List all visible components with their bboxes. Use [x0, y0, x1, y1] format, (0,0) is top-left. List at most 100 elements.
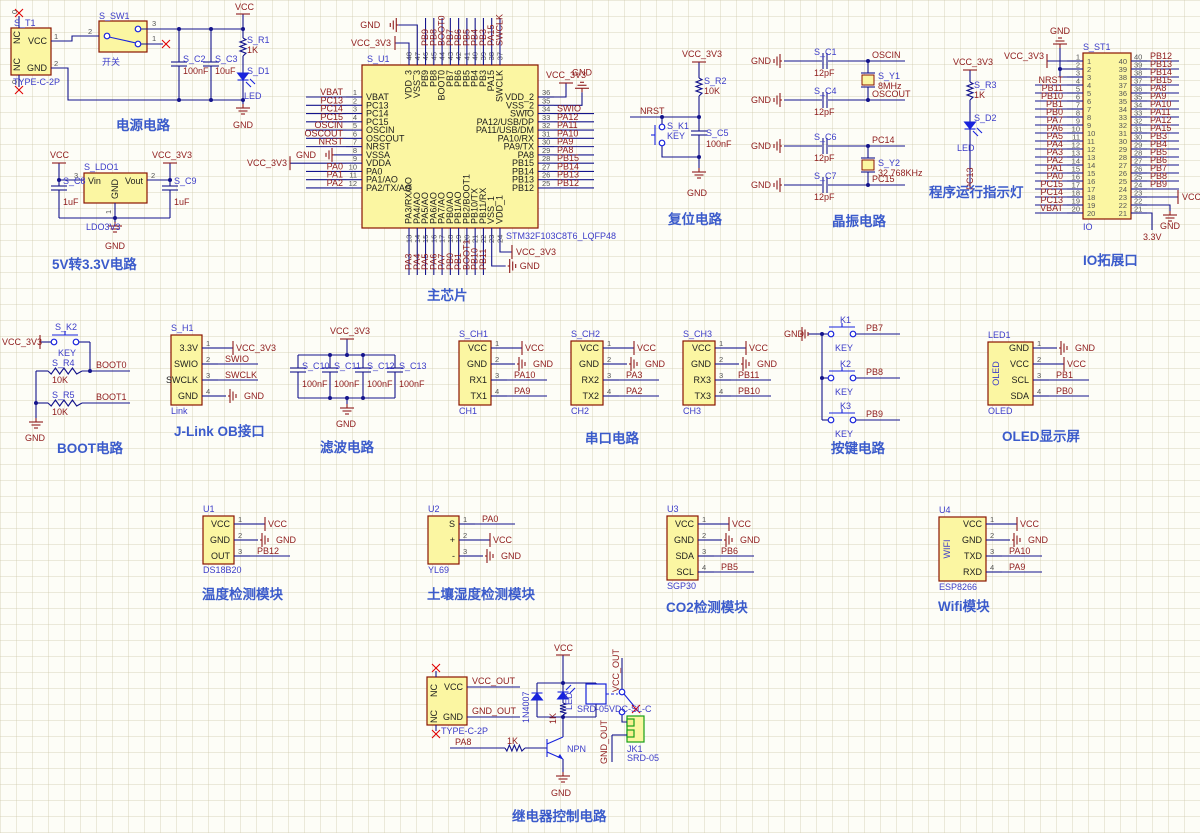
junction-dot [345, 396, 349, 400]
light-arrow-icon [569, 687, 576, 694]
wire [554, 83, 567, 98]
designator: 开关 [102, 56, 120, 67]
section-title: J-Link OB接口 [174, 423, 265, 439]
net-label: VCC [50, 150, 70, 160]
junction-dot [866, 59, 870, 63]
pin-name: PB12 [512, 183, 534, 193]
designator: S_C7 [814, 171, 837, 181]
pin-name: GND [210, 535, 231, 545]
component-body[interactable] [626, 729, 635, 738]
net-label: OSCIN [872, 50, 901, 60]
net-label: GND [244, 391, 265, 401]
pin-number: 2 [54, 59, 58, 68]
net-label: VCC_3V3 [953, 57, 993, 67]
pin-number: 3 [238, 547, 242, 556]
junction-dot [361, 353, 365, 357]
pin-name: Vout [125, 176, 144, 186]
designator: S_C2 [183, 54, 206, 64]
pin-number: 2 [88, 27, 92, 36]
net-label: VCC_OUT [472, 676, 516, 686]
section-title: 温度检测模块 [202, 586, 283, 602]
designator: KEY [667, 131, 685, 141]
net-label: VCC_3V3 [1004, 51, 1044, 61]
designator: SGP30 [667, 581, 696, 591]
net-label: VCC [637, 343, 657, 353]
designator: K1 [840, 315, 851, 325]
light-arrow-icon [972, 130, 979, 137]
pin-number: 4 [702, 563, 706, 572]
net-label: 100nF [334, 379, 360, 389]
net-label: 1K [507, 736, 518, 746]
pin-name: NC [429, 710, 439, 723]
net-label: 10K [52, 375, 68, 385]
net-label: 1K [974, 90, 985, 100]
net-label: PB10 [738, 386, 760, 396]
pin-name: 3.3V [179, 343, 198, 353]
pin-name: VCC [211, 519, 231, 529]
designator: KEY [58, 348, 76, 358]
pin-name: VCC [580, 343, 600, 353]
junction-dot [866, 144, 870, 148]
designator: OLED [991, 361, 1001, 386]
net-label: 100nF [706, 139, 732, 149]
pin-number: 4 [495, 387, 499, 396]
designator: LDO3V3 [86, 222, 121, 232]
schematic-canvas[interactable]: S_T1 0 0 NC NC VCC GND 1 2 TYPE-C-2P S_SW1 开关 2 3 1 S_C… [0, 0, 1200, 833]
pin-name: VCC [1010, 359, 1030, 369]
pin-name: RXD [963, 567, 983, 577]
pin-number: 3 [206, 371, 210, 380]
pin-number: 0 [10, 10, 19, 14]
light-arrow-icon [249, 78, 256, 85]
net-label: 3.3V [1143, 232, 1162, 242]
net-label: VCC [749, 343, 769, 353]
designator: 1N4007 [521, 691, 531, 723]
net-label: 10K [704, 86, 720, 96]
pin-name: GND [27, 63, 48, 73]
designator: SRD-05VDC-SL-C [577, 704, 652, 714]
section-title: 程序运行指示灯 [929, 184, 1024, 200]
net-label: VCC [554, 643, 574, 653]
net-label: GND [572, 67, 593, 77]
switch-contact-icon [849, 330, 857, 338]
pin-number: 2 [607, 355, 611, 364]
schematic-svg[interactable]: S_T100NCNCVCCGND12TYPE-C-2PS_SW1开关231S_C… [0, 0, 1200, 833]
net-label: 100nF [183, 66, 209, 76]
net-label: 1K [247, 45, 258, 55]
junction-dot [345, 353, 349, 357]
section-title: 复位电路 [667, 211, 722, 227]
resistor-icon [694, 77, 704, 97]
component-body[interactable] [585, 683, 607, 705]
pin-name: GND [1009, 343, 1030, 353]
net-label: 12pF [814, 107, 835, 117]
transistor-icon [546, 736, 564, 745]
net-label: GND_OUT [472, 706, 517, 716]
pin-name: SCL [1011, 375, 1029, 385]
designator: S_C9 [174, 176, 197, 186]
designator: IO [1083, 222, 1093, 232]
junction-dot [820, 376, 824, 380]
pin-number: 2 [151, 171, 155, 180]
section-title: 土壤湿度检测模块 [427, 586, 535, 602]
net-label: GND [233, 120, 254, 130]
designator: LED [957, 143, 975, 153]
pin-name: GND [962, 535, 983, 545]
pin-number: 1 [104, 210, 113, 214]
net-label: GND_OUT [599, 719, 609, 764]
net-label: 100nF [367, 379, 393, 389]
component-body[interactable] [626, 718, 635, 727]
net-label: PB7 [866, 323, 883, 333]
designator: S_C3 [215, 54, 238, 64]
pin-name: SCL [676, 567, 694, 577]
section-title: 滤波电路 [320, 439, 374, 455]
switch-contact-icon [827, 374, 835, 382]
net-label: GND [520, 261, 541, 271]
pin-name: GND [443, 712, 464, 722]
pin-number: 3 [463, 547, 467, 556]
wire [1147, 204, 1171, 211]
designator: CH3 [683, 406, 701, 416]
wire [661, 145, 699, 158]
designator: TYPE-C-2P [13, 77, 60, 87]
junction-dot [866, 183, 870, 187]
junction-dot [697, 115, 701, 119]
net-label: NRST [640, 106, 665, 116]
